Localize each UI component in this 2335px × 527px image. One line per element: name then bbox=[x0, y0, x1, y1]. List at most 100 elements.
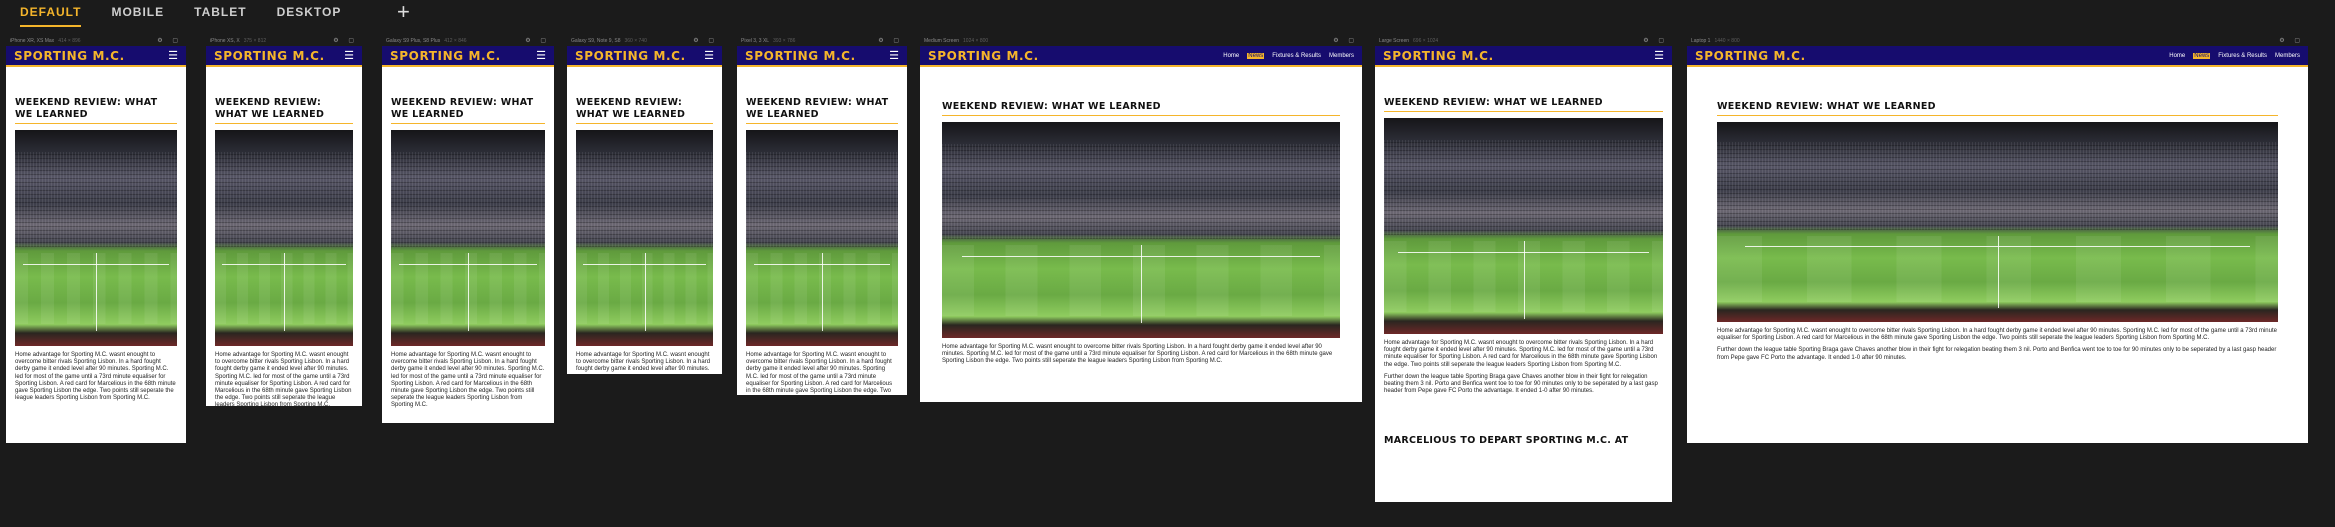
device-size: 1440 × 800 bbox=[1714, 38, 1740, 44]
article-title: WEEKEND REVIEW: WHAT WE LEARNED bbox=[746, 97, 898, 124]
site-nav: Home News Fixtures & Results Members bbox=[1223, 52, 1354, 59]
article-title: WEEKEND REVIEW: WHAT WE LEARNED bbox=[1384, 97, 1663, 112]
hamburger-menu-icon[interactable]: ☰ bbox=[889, 50, 899, 61]
site-logo[interactable]: SPORTING M.C. bbox=[390, 49, 501, 63]
nav-fixtures[interactable]: Fixtures & Results bbox=[2218, 53, 2267, 59]
site-header: SPORTING M.C. ☰ bbox=[206, 46, 362, 67]
stadium-image bbox=[1717, 122, 2278, 322]
device-size: 393 × 786 bbox=[773, 38, 796, 44]
device-name-label: iPhone XS, X bbox=[210, 38, 240, 44]
nav-fixtures[interactable]: Fixtures & Results bbox=[1272, 53, 1321, 59]
site-nav: Home News Fixtures & Results Members bbox=[2169, 52, 2300, 59]
device-settings-icon[interactable]: ⚙ ▢ bbox=[157, 37, 182, 44]
device-size: 1024 × 800 bbox=[963, 38, 989, 44]
pitch-touchline bbox=[753, 263, 891, 265]
pitch-halfway-line bbox=[468, 253, 469, 331]
site-logo[interactable]: SPORTING M.C. bbox=[745, 49, 856, 63]
nav-home[interactable]: Home bbox=[2169, 53, 2185, 59]
article: WEEKEND REVIEW: WHAT WE LEARNED Home adv… bbox=[206, 97, 362, 406]
device-header: Laptop 1 1440 × 800 ⚙ ▢ bbox=[1687, 36, 2308, 46]
article-title: WEEKEND REVIEW: WHAT WE LEARNED bbox=[1717, 101, 2278, 116]
next-article-title: MARCELIOUS TO DEPART SPORTING M.C. AT bbox=[1384, 435, 1629, 447]
device-header: Large Screen 696 × 1024 ⚙ ▢ bbox=[1375, 36, 1672, 46]
device-settings-icon[interactable]: ⚙ ▢ bbox=[2279, 37, 2304, 44]
device-settings-icon[interactable]: ⚙ ▢ bbox=[525, 37, 550, 44]
device-settings-icon[interactable]: ⚙ ▢ bbox=[878, 37, 903, 44]
stadium-image bbox=[15, 130, 177, 346]
device-header: Galaxy S9, Note 9, S8 360 × 740 ⚙ ▢ bbox=[567, 36, 722, 46]
hamburger-menu-icon[interactable]: ☰ bbox=[344, 50, 354, 61]
site-logo[interactable]: SPORTING M.C. bbox=[928, 49, 1039, 63]
device-settings-icon[interactable]: ⚙ ▢ bbox=[1333, 37, 1358, 44]
site-logo[interactable]: SPORTING M.C. bbox=[1695, 49, 1806, 63]
stadium-image bbox=[942, 122, 1340, 338]
device-name: Medium Screen 1024 × 800 bbox=[924, 38, 988, 44]
nav-members[interactable]: Members bbox=[2275, 53, 2300, 59]
device-size: 696 × 1024 bbox=[1413, 38, 1439, 44]
nav-news[interactable]: News bbox=[2193, 52, 2211, 59]
device-header: Galaxy S9 Plus, S8 Plus 412 × 846 ⚙ ▢ bbox=[382, 36, 554, 46]
article-title: WEEKEND REVIEW: WHAT WE LEARNED bbox=[391, 97, 545, 124]
device-screen: SPORTING M.C. ☰ WEEKEND REVIEW: WHAT WE … bbox=[206, 46, 362, 406]
site-header: SPORTING M.C. ☰ bbox=[567, 46, 722, 67]
stadium-image bbox=[576, 130, 713, 346]
tab-default[interactable]: DEFAULT bbox=[20, 0, 82, 27]
article-title: WEEKEND REVIEW: WHAT WE LEARNED bbox=[942, 101, 1340, 116]
nav-news[interactable]: News bbox=[1247, 52, 1265, 59]
article-paragraph: Home advantage for Sporting M.C. wasnt e… bbox=[746, 352, 893, 395]
article-paragraph: Home advantage for Sporting M.C. wasnt e… bbox=[215, 352, 352, 406]
device-size: 375 × 812 bbox=[243, 38, 267, 44]
device-settings-icon[interactable]: ⚙ ▢ bbox=[693, 37, 718, 44]
site-header: SPORTING M.C. Home News Fixtures & Resul… bbox=[920, 46, 1362, 67]
pitch-halfway-line bbox=[1997, 236, 1999, 308]
article: WEEKEND REVIEW: WHAT WE LEARNED Home adv… bbox=[1687, 101, 2308, 362]
nav-members[interactable]: Members bbox=[1329, 53, 1354, 59]
site-logo[interactable]: SPORTING M.C. bbox=[14, 49, 125, 63]
hamburger-menu-icon[interactable]: ☰ bbox=[536, 50, 546, 61]
device-preview: Galaxy S9, Note 9, S8 360 × 740 ⚙ ▢ SPORT… bbox=[567, 36, 722, 374]
device-name-label: iPhone XR, XS Max bbox=[10, 38, 55, 44]
device-name: Galaxy S9 Plus, S8 Plus 412 × 846 bbox=[386, 38, 467, 44]
hamburger-menu-icon[interactable]: ☰ bbox=[704, 50, 714, 61]
add-device-icon[interactable]: + bbox=[397, 0, 410, 24]
device-name: Galaxy S9, Note 9, S8 360 × 740 bbox=[571, 38, 647, 44]
article: WEEKEND REVIEW: WHAT WE LEARNED Home adv… bbox=[920, 101, 1362, 366]
device-name: Laptop 1 1440 × 800 bbox=[1691, 38, 1740, 44]
device-preview: iPhone XS, X 375 × 812 ⚙ ▢ SPORTING M.C. … bbox=[206, 36, 362, 406]
device-name: iPhone XR, XS Max 414 × 896 bbox=[10, 38, 81, 44]
site-logo[interactable]: SPORTING M.C. bbox=[214, 49, 325, 63]
device-size: 414 × 896 bbox=[58, 38, 81, 44]
article: WEEKEND REVIEW: WHAT WE LEARNED Home adv… bbox=[1375, 97, 1672, 446]
pitch-halfway-line bbox=[284, 253, 285, 331]
pitch-touchline bbox=[221, 263, 347, 265]
device-preview: Laptop 1 1440 × 800 ⚙ ▢ SPORTING M.C. Hom… bbox=[1687, 36, 2308, 443]
article-paragraph: Home advantage for Sporting M.C. wasnt e… bbox=[576, 352, 711, 374]
hamburger-menu-icon[interactable]: ☰ bbox=[1654, 50, 1664, 61]
device-settings-icon[interactable]: ⚙ ▢ bbox=[1643, 37, 1668, 44]
tab-mobile[interactable]: MOBILE bbox=[111, 0, 164, 25]
pitch-halfway-line bbox=[644, 253, 646, 331]
tab-desktop[interactable]: DESKTOP bbox=[277, 0, 342, 25]
device-name-label: Laptop 1 bbox=[1691, 38, 1711, 44]
device-name: Large Screen 696 × 1024 bbox=[1379, 38, 1438, 44]
stadium-image bbox=[1384, 118, 1663, 334]
pitch-touchline bbox=[23, 263, 169, 265]
device-header: iPhone XR, XS Max 414 × 896 ⚙ ▢ bbox=[6, 36, 186, 46]
site-logo[interactable]: SPORTING M.C. bbox=[1383, 49, 1494, 63]
device-name-label: Galaxy S9, Note 9, S8 bbox=[571, 38, 621, 44]
device-name-label: Medium Screen bbox=[924, 38, 960, 44]
article-paragraph: Home advantage for Sporting M.C. wasnt e… bbox=[1717, 328, 2277, 342]
pitch-halfway-line bbox=[96, 253, 97, 331]
pitch-touchline bbox=[961, 255, 1321, 257]
device-name: Pixel 3, 3 XL 393 × 786 bbox=[741, 38, 795, 44]
hamburger-menu-icon[interactable]: ☰ bbox=[168, 50, 178, 61]
tab-tablet[interactable]: TABLET bbox=[194, 0, 246, 25]
device-name-label: Galaxy S9 Plus, S8 Plus bbox=[386, 38, 441, 44]
nav-home[interactable]: Home bbox=[1223, 53, 1239, 59]
device-settings-icon[interactable]: ⚙ ▢ bbox=[333, 37, 358, 44]
site-logo[interactable]: SPORTING M.C. bbox=[575, 49, 686, 63]
preview-tabs: DEFAULT MOBILE TABLET DESKTOP bbox=[0, 0, 371, 27]
stadium-image bbox=[391, 130, 545, 346]
pitch-halfway-line bbox=[822, 253, 823, 331]
device-preview: Galaxy S9 Plus, S8 Plus 412 × 846 ⚙ ▢ SPO… bbox=[382, 36, 554, 423]
